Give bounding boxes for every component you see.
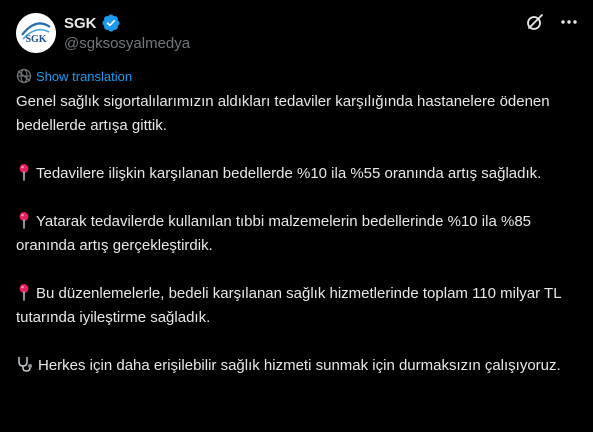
paragraph-text: Bu düzenlemelerle, bedeli karşılanan sağ… — [16, 285, 566, 326]
author-handle[interactable]: @sgksosyalmedya — [64, 34, 190, 54]
sgk-logo-icon: SGK — [16, 13, 56, 53]
header-actions — [523, 10, 581, 34]
pin-icon — [16, 283, 32, 301]
post-paragraph: Herkes için daha erişilebilir sağlık hiz… — [16, 354, 578, 378]
post-paragraph: Tedavilere ilişkin karşılanan bedellerde… — [16, 162, 578, 186]
pin-icon — [16, 163, 32, 181]
stethoscope-icon — [16, 355, 34, 373]
author-display-name[interactable]: SGK — [64, 15, 97, 32]
paragraph-text: Herkes için daha erişilebilir sağlık hiz… — [38, 357, 561, 374]
post-paragraph: Genel sağlık sigortalılarımızın aldıklar… — [16, 90, 578, 138]
verified-badge-icon — [101, 13, 121, 33]
avatar[interactable]: SGK — [16, 13, 56, 53]
post-header: SGK SGK @sgksosyalmedya — [16, 8, 577, 58]
svg-text:SGK: SGK — [25, 34, 46, 45]
post-paragraph: Bu düzenlemelerle, bedeli karşılanan sağ… — [16, 282, 578, 330]
author-name-row: SGK — [64, 12, 190, 34]
paragraph-text: Genel sağlık sigortalılarımızın aldıklar… — [16, 93, 554, 134]
pin-icon — [16, 211, 32, 229]
translate-globe-icon — [16, 68, 32, 84]
grok-icon[interactable] — [523, 10, 547, 34]
show-translation-link[interactable]: Show translation — [36, 69, 132, 84]
paragraph-text: Tedavilere ilişkin karşılanan bedellerde… — [36, 165, 542, 182]
post-container: SGK SGK @sgksosyalmedya Show translation… — [0, 0, 593, 432]
author-identity: SGK @sgksosyalmedya — [64, 11, 190, 55]
post-body: Genel sağlık sigortalılarımızın aldıklar… — [16, 90, 578, 378]
paragraph-text: Yatarak tedavilerde kullanılan tıbbi mal… — [16, 213, 536, 254]
show-translation-row: Show translation — [16, 66, 577, 86]
more-icon[interactable] — [557, 10, 581, 34]
post-paragraph: Yatarak tedavilerde kullanılan tıbbi mal… — [16, 210, 578, 258]
